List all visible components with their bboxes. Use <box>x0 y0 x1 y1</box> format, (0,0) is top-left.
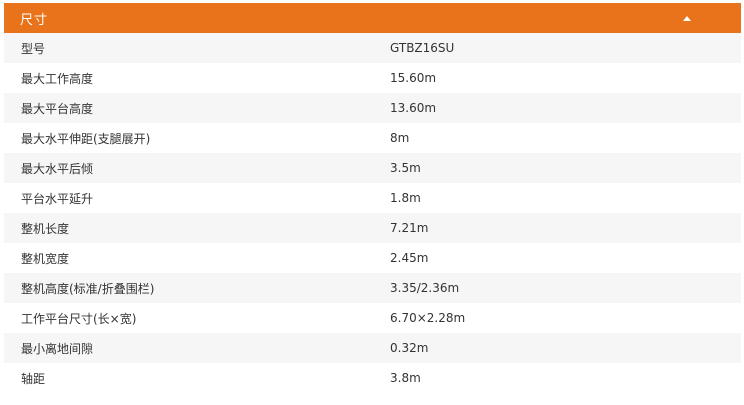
table-row: 最大水平伸距(支腿展开) 8m <box>4 123 741 153</box>
spec-label: 整机宽度 <box>21 251 70 266</box>
spec-value: 15.60m <box>390 71 437 85</box>
spec-label: 工作平台尺寸(长×宽) <box>21 311 137 326</box>
spec-label: 型号 <box>21 41 46 56</box>
spec-value: 8m <box>390 131 410 145</box>
table-row: 工作平台尺寸(长×宽) 6.70×2.28m <box>4 303 741 333</box>
spec-value: 6.70×2.28m <box>390 311 466 325</box>
table-row: 平台水平延升 1.8m <box>4 183 741 213</box>
spec-value: 3.5m <box>390 161 421 175</box>
spec-value: 3.8m <box>390 371 421 385</box>
spec-label: 最大平台高度 <box>21 101 94 116</box>
table-row: 整机高度(标准/折叠围栏) 3.35/2.36m <box>4 273 741 303</box>
specs-table: 型号 GTBZ16SU 最大工作高度 15.60m 最大平台高度 13.60m … <box>4 33 741 393</box>
spec-label: 最小离地间隙 <box>21 341 94 356</box>
table-row: 型号 GTBZ16SU <box>4 33 741 63</box>
spec-value: 13.60m <box>390 101 437 115</box>
spec-value: 0.32m <box>390 341 429 355</box>
spec-label: 平台水平延升 <box>21 191 94 206</box>
table-row: 最小离地间隙 0.32m <box>4 333 741 363</box>
table-row: 最大工作高度 15.60m <box>4 63 741 93</box>
section-header-dimensions[interactable]: 尺寸 <box>4 3 741 33</box>
spec-label: 最大工作高度 <box>21 71 94 86</box>
table-row: 整机长度 7.21m <box>4 213 741 243</box>
spec-value: 2.45m <box>390 251 429 265</box>
caret-up-icon[interactable] <box>683 15 691 21</box>
table-row: 最大水平后倾 3.5m <box>4 153 741 183</box>
spec-label: 整机高度(标准/折叠围栏) <box>21 281 155 296</box>
specs-panel: 尺寸 型号 GTBZ16SU 最大工作高度 15.60m 最大平台高度 13.6… <box>4 3 741 393</box>
spec-value: 1.8m <box>390 191 421 205</box>
table-row: 最大平台高度 13.60m <box>4 93 741 123</box>
spec-label: 最大水平伸距(支腿展开) <box>21 131 151 146</box>
section-title: 尺寸 <box>20 12 49 28</box>
spec-value: 3.35/2.36m <box>390 281 460 295</box>
spec-value: GTBZ16SU <box>390 41 455 55</box>
spec-value: 7.21m <box>390 221 429 235</box>
spec-label: 轴距 <box>21 371 46 386</box>
table-row: 整机宽度 2.45m <box>4 243 741 273</box>
spec-label: 最大水平后倾 <box>21 161 94 176</box>
table-row: 轴距 3.8m <box>4 363 741 393</box>
spec-label: 整机长度 <box>21 221 70 236</box>
